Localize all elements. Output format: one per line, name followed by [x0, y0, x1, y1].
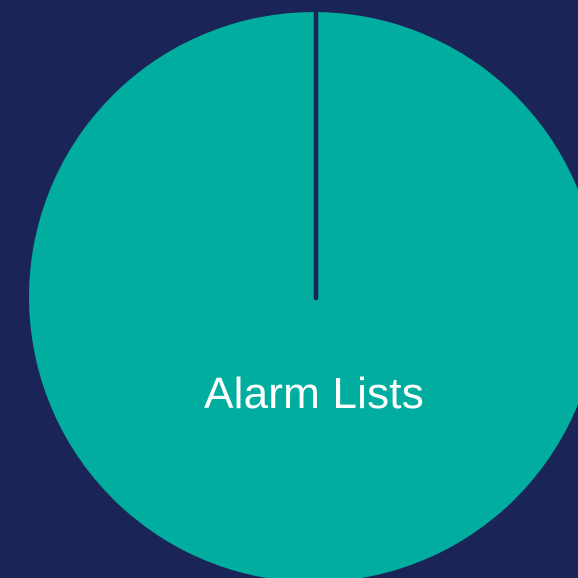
alarm-lists-tile[interactable]: Alarm Lists: [0, 0, 578, 578]
pie-slice: [29, 12, 578, 578]
alarm-lists-label: Alarm Lists: [204, 369, 424, 418]
pie-slice-graphic: [29, 7, 578, 578]
